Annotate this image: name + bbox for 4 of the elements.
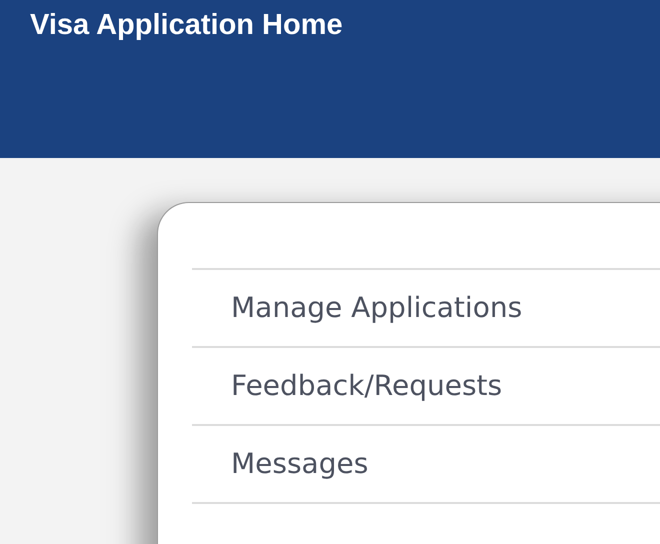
menu-item[interactable]: Messages <box>192 426 660 504</box>
page-title: Visa Application Home <box>30 9 344 42</box>
menu-item[interactable]: Feedback/Requests <box>192 348 660 426</box>
menu-item[interactable]: Manage Applications <box>192 270 660 348</box>
